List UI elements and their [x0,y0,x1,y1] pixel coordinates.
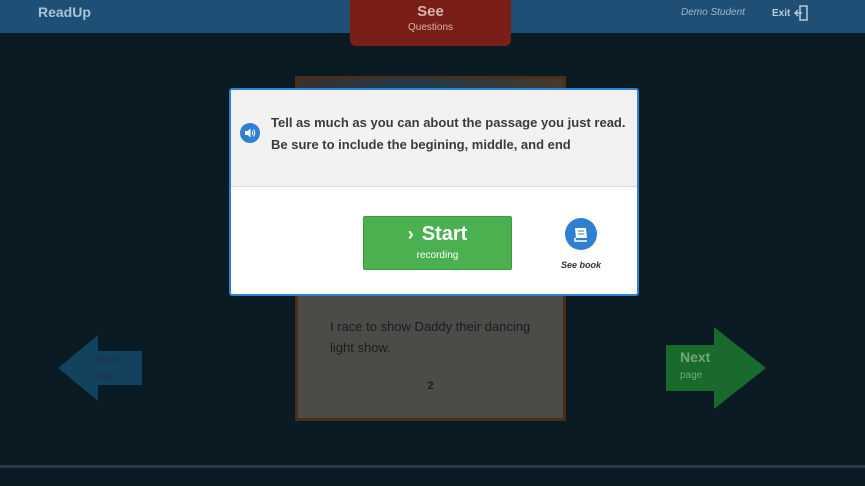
modal-header: Tell as much as you can about the passag… [231,90,637,187]
chevron-right-icon: › [407,224,414,244]
speaker-icon[interactable] [240,123,260,143]
app-screen: ReadUp Demo Student Exit See Questions I… [0,0,865,486]
start-sublabel: recording [416,250,459,261]
see-questions-title: See [417,3,444,20]
start-recording-button[interactable]: › Start recording [363,216,512,270]
user-name: Demo Student [681,7,745,18]
retell-prompt: Tell as much as you can about the passag… [271,115,626,152]
exit-label: Exit [772,7,791,19]
back-arrow-icon [58,335,142,401]
see-book-button[interactable]: See book [559,218,603,270]
next-page-button[interactable]: Next page [666,327,766,409]
see-book-label: See book [560,260,601,270]
exit-button[interactable]: Exit [772,5,809,21]
retell-modal: Tell as much as you can about the passag… [229,88,639,296]
start-label: Start [421,223,468,245]
next-arrow-icon [666,327,766,409]
book-icon [565,218,597,250]
book-page-number: 2 [427,380,434,392]
next-sublabel: page [680,370,703,381]
book-page-text: I race to show Daddy their dancing light… [330,319,531,355]
back-page-button[interactable]: Back page [58,335,142,401]
brand-logo[interactable]: ReadUp [38,4,91,20]
see-questions-tab[interactable]: See Questions [350,0,511,46]
back-sublabel: page [96,371,117,381]
see-questions-subtitle: Questions [407,22,454,33]
exit-door-icon [794,5,809,21]
bottom-divider [0,465,865,468]
next-label: Next [680,349,711,365]
back-label: Back [96,352,123,366]
